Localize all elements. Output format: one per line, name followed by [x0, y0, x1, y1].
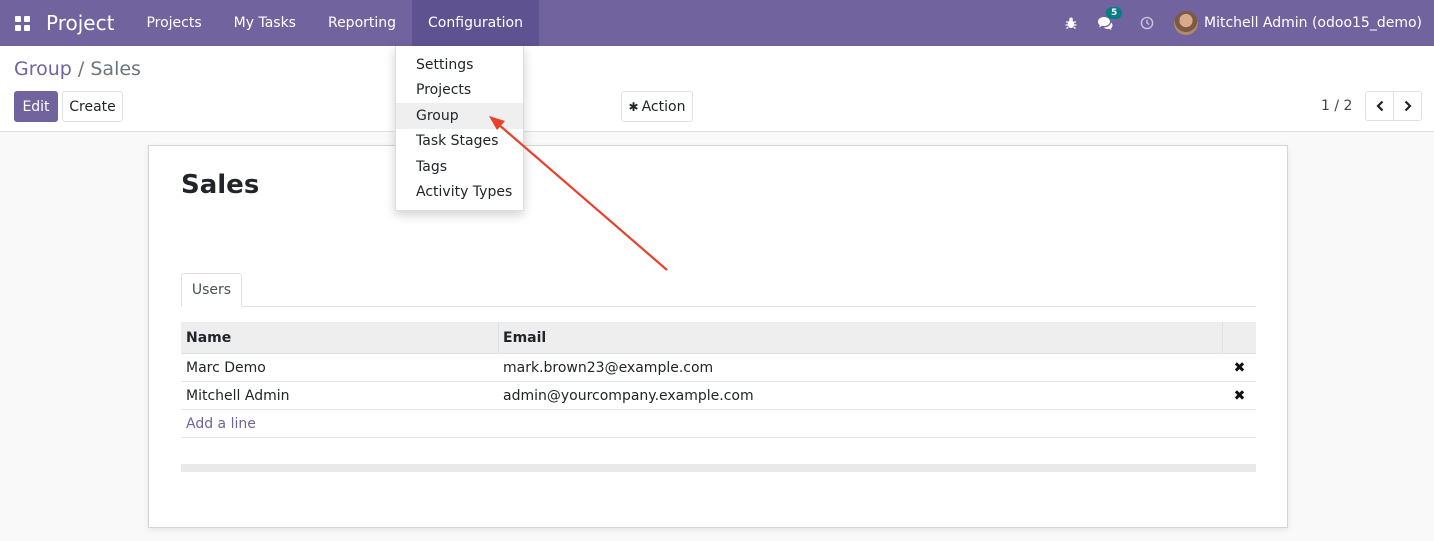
chat-bubbles-icon[interactable]: 5 [1090, 7, 1123, 30]
action-button-label: Action [641, 98, 686, 115]
chevron-right-icon [1404, 100, 1412, 112]
pager-next-button[interactable] [1393, 91, 1422, 121]
delete-row-button[interactable]: ✖ [1223, 354, 1256, 381]
gear-icon: ✱ [628, 99, 639, 114]
top-navbar: Project Projects My Tasks Reporting Conf… [0, 0, 1434, 46]
bug-icon[interactable] [1056, 16, 1086, 30]
menu-item-tags[interactable]: Tags [396, 154, 523, 180]
avatar[interactable] [1174, 11, 1199, 35]
clock-icon[interactable] [1132, 16, 1162, 30]
control-panel: Group / Sales Edit Create ✱ Action 1 / 2 [0, 46, 1434, 132]
table-row[interactable]: Marc Demo mark.brown23@example.com ✖ [181, 354, 1256, 382]
form-sheet: Sales Users Name Email Marc Demo mark.br… [148, 145, 1288, 528]
menu-item-projects[interactable]: Projects [396, 78, 523, 104]
close-x-icon: ✖ [1233, 359, 1246, 376]
action-button[interactable]: ✱ Action [621, 91, 693, 122]
systray: 5 Mitchell Admin (odoo15_demo) [1056, 0, 1434, 46]
pager-previous-button[interactable] [1365, 91, 1394, 121]
menu-my-tasks[interactable]: My Tasks [218, 0, 312, 46]
tab-users[interactable]: Users [181, 273, 242, 307]
apps-menu-icon[interactable] [0, 0, 44, 46]
add-line-link[interactable]: Add a line [181, 410, 1256, 438]
user-menu[interactable]: Mitchell Admin (odoo15_demo) [1204, 15, 1422, 31]
column-header-delete [1223, 322, 1256, 353]
edit-button[interactable]: Edit [14, 91, 58, 122]
record-title: Sales [181, 170, 260, 200]
app-brand[interactable]: Project [46, 11, 114, 35]
row-name[interactable]: Mitchell Admin [181, 382, 499, 409]
row-name[interactable]: Marc Demo [181, 354, 499, 381]
create-button[interactable]: Create [62, 91, 123, 122]
pager-value[interactable]: 1 / 2 [1321, 98, 1352, 114]
menu-item-task-stages[interactable]: Task Stages [396, 129, 523, 155]
breadcrumb: Group / Sales [14, 58, 141, 80]
menu-reporting[interactable]: Reporting [312, 0, 412, 46]
delete-row-button[interactable]: ✖ [1223, 382, 1256, 409]
menu-configuration[interactable]: Configuration [412, 0, 539, 46]
list-header: Name Email [181, 322, 1256, 354]
breadcrumb-current: Sales [90, 58, 141, 80]
close-x-icon: ✖ [1233, 387, 1246, 404]
configuration-dropdown: Settings Projects Group Task Stages Tags… [395, 46, 524, 211]
list-footer [181, 464, 1256, 472]
menu-item-activity-types[interactable]: Activity Types [396, 180, 523, 206]
breadcrumb-separator: / [77, 58, 85, 80]
row-email[interactable]: mark.brown23@example.com [499, 354, 1223, 381]
menu-projects[interactable]: Projects [130, 0, 217, 46]
menu-item-group[interactable]: Group [396, 103, 523, 129]
message-count-badge: 5 [1106, 7, 1123, 19]
chevron-left-icon [1375, 100, 1383, 112]
notebook-tabs: Users [181, 273, 1256, 307]
column-header-name[interactable]: Name [181, 322, 499, 353]
breadcrumb-parent[interactable]: Group [14, 58, 72, 80]
menu-item-settings[interactable]: Settings [396, 52, 523, 78]
row-email[interactable]: admin@yourcompany.example.com [499, 382, 1223, 409]
column-header-email[interactable]: Email [499, 322, 1223, 353]
table-row[interactable]: Mitchell Admin admin@yourcompany.example… [181, 382, 1256, 410]
users-list: Name Email Marc Demo mark.brown23@exampl… [181, 322, 1256, 438]
